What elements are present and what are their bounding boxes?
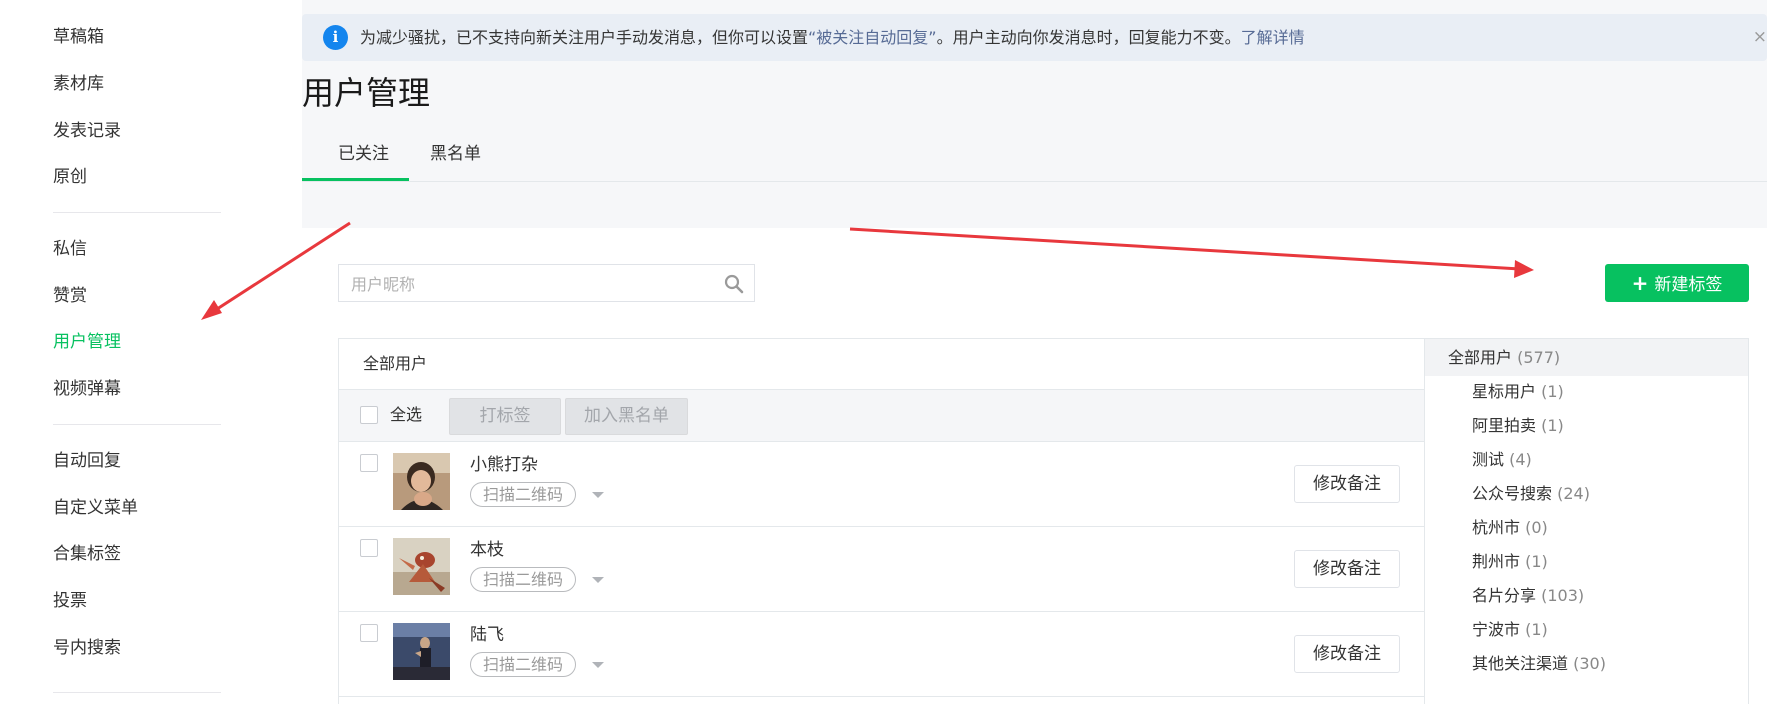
notice-text-after: 。用户主动向你发消息时，回复能力不变。 (936, 28, 1241, 47)
tag-item[interactable]: 其他关注渠道 (30) (1425, 645, 1748, 682)
close-icon[interactable]: × (1753, 26, 1767, 48)
nav-item-materials[interactable]: 素材库 (53, 73, 104, 95)
avatar (393, 538, 450, 595)
notice-bar: i 为减少骚扰，已不支持向新关注用户手动发消息，但你可以设置“被关注自动回复”。… (302, 14, 1767, 61)
nav-item-user-management[interactable]: 用户管理 (53, 331, 121, 353)
edit-remark-button[interactable]: 修改备注 (1294, 465, 1400, 503)
tag-count: (103) (1541, 586, 1585, 605)
tab-bar: 已关注 黑名单 (302, 138, 1767, 182)
tag-count: (0) (1525, 518, 1548, 537)
nav-item-messages[interactable]: 私信 (53, 238, 87, 260)
sidebar: 草稿箱 素材库 发表记录 原创 私信 赞赏 用户管理 视频弹幕 自动回复 自定义… (0, 0, 302, 704)
source-tag: 扫描二维码 (470, 652, 577, 677)
nav-item-video-danmaku[interactable]: 视频弹幕 (53, 378, 121, 400)
nav-divider (53, 212, 221, 213)
nav-divider (53, 692, 221, 693)
tag-item[interactable]: 测试 (4) (1425, 441, 1748, 478)
tag-users-button[interactable]: 打标签 (449, 398, 561, 435)
plus-icon: + (1631, 271, 1649, 295)
edit-remark-button[interactable]: 修改备注 (1294, 550, 1400, 588)
avatar (393, 623, 450, 680)
nav-item-publish-history[interactable]: 发表记录 (53, 120, 121, 142)
tag-count: (30) (1573, 654, 1606, 673)
tag-count: (4) (1509, 450, 1532, 469)
tag-count: (577) (1517, 348, 1561, 367)
tag-name: 星标用户 (1472, 382, 1537, 401)
table-row: 本枝 扫描二维码 修改备注 (339, 527, 1424, 612)
tag-item[interactable]: 杭州市 (0) (1425, 509, 1748, 546)
tag-count: (24) (1557, 484, 1590, 503)
nav-item-vote[interactable]: 投票 (53, 590, 87, 612)
user-table: 全部用户 全选 打标签 加入黑名单 小熊打杂 扫描二维码 修改备注 本枝 扫描二… (338, 338, 1425, 704)
tag-item[interactable]: 名片分享 (103) (1425, 577, 1748, 614)
nav-item-original[interactable]: 原创 (53, 166, 87, 188)
select-all-checkbox[interactable] (360, 406, 378, 424)
nav-item-auto-reply[interactable]: 自动回复 (53, 450, 121, 472)
active-tab-indicator (302, 178, 409, 181)
caret-down-icon[interactable] (592, 662, 604, 668)
tag-item[interactable]: 阿里拍卖 (1) (1425, 407, 1748, 444)
user-nickname[interactable]: 本枝 (470, 539, 504, 561)
tag-count: (1) (1541, 416, 1564, 435)
auto-reply-link[interactable]: “被关注自动回复” (808, 28, 937, 47)
tag-name: 其他关注渠道 (1472, 654, 1569, 673)
nav-divider (53, 424, 221, 425)
tab-blacklist[interactable]: 黑名单 (430, 143, 481, 165)
user-panel: +新建标签 全部用户 全选 打标签 加入黑名单 小熊打杂 扫描二维码 (302, 228, 1767, 704)
tag-name: 名片分享 (1472, 586, 1537, 605)
tag-name: 公众号搜索 (1472, 484, 1553, 503)
tag-name: 杭州市 (1472, 518, 1521, 537)
table-title: 全部用户 (363, 354, 428, 373)
page-title: 用户管理 (302, 74, 431, 112)
tag-name: 测试 (1472, 450, 1505, 469)
tag-name: 宁波市 (1472, 620, 1521, 639)
avatar (393, 453, 450, 510)
learn-more-link[interactable]: 了解详情 (1241, 28, 1305, 47)
nav-item-in-account-search[interactable]: 号内搜索 (53, 637, 121, 659)
select-all-label: 全选 (390, 405, 423, 424)
user-nickname[interactable]: 陆飞 (470, 624, 504, 646)
nav-item-custom-menu[interactable]: 自定义菜单 (53, 497, 138, 519)
tag-name: 全部用户 (1448, 348, 1513, 367)
source-tag: 扫描二维码 (470, 567, 577, 592)
tag-item[interactable]: 荆州市 (1) (1425, 543, 1748, 580)
search-box (338, 264, 755, 302)
tag-name: 荆州市 (1472, 552, 1521, 571)
tag-count: (1) (1525, 620, 1548, 639)
notice-text-before: 为减少骚扰，已不支持向新关注用户手动发消息，但你可以设置 (360, 28, 809, 47)
table-row: 小熊打杂 扫描二维码 修改备注 (339, 442, 1424, 527)
tab-followed[interactable]: 已关注 (338, 143, 389, 165)
new-tag-button[interactable]: + 新建标签 (1605, 264, 1749, 302)
edit-remark-button[interactable]: 修改备注 (1294, 635, 1400, 673)
row-checkbox[interactable] (360, 454, 378, 472)
tag-count: (1) (1541, 382, 1564, 401)
source-tag: 扫描二维码 (470, 482, 577, 507)
info-icon: i (323, 25, 348, 50)
notice-text: 为减少骚扰，已不支持向新关注用户手动发消息，但你可以设置“被关注自动回复”。用户… (360, 27, 1305, 49)
user-nickname[interactable]: 小熊打杂 (470, 454, 538, 476)
row-checkbox[interactable] (360, 624, 378, 642)
tag-item[interactable]: 公众号搜索 (24) (1425, 475, 1748, 512)
nav-item-rewards[interactable]: 赞赏 (53, 285, 87, 307)
caret-down-icon[interactable] (592, 492, 604, 498)
new-tag-button-label: 新建标签 (1654, 275, 1723, 295)
tag-item[interactable]: 星标用户 (1) (1425, 373, 1748, 410)
search-icon[interactable] (723, 273, 745, 295)
row-checkbox[interactable] (360, 539, 378, 557)
nav-item-drafts[interactable]: 草稿箱 (53, 26, 104, 48)
tag-list: 全部用户 (577) 星标用户 (1) 阿里拍卖 (1) 测试 (4) 公众号搜… (1425, 338, 1749, 704)
search-input[interactable] (351, 273, 711, 295)
nav-item-collection-tags[interactable]: 合集标签 (53, 543, 121, 565)
tag-name: 阿里拍卖 (1472, 416, 1537, 435)
add-to-blacklist-button[interactable]: 加入黑名单 (565, 398, 688, 435)
table-row: 陆飞 扫描二维码 修改备注 (339, 612, 1424, 697)
tag-item[interactable]: 宁波市 (1) (1425, 611, 1748, 648)
tag-count: (1) (1525, 552, 1548, 571)
table-toolbar: 全选 打标签 加入黑名单 (339, 389, 1424, 442)
caret-down-icon[interactable] (592, 577, 604, 583)
tag-item-all-users[interactable]: 全部用户 (577) (1425, 339, 1748, 376)
